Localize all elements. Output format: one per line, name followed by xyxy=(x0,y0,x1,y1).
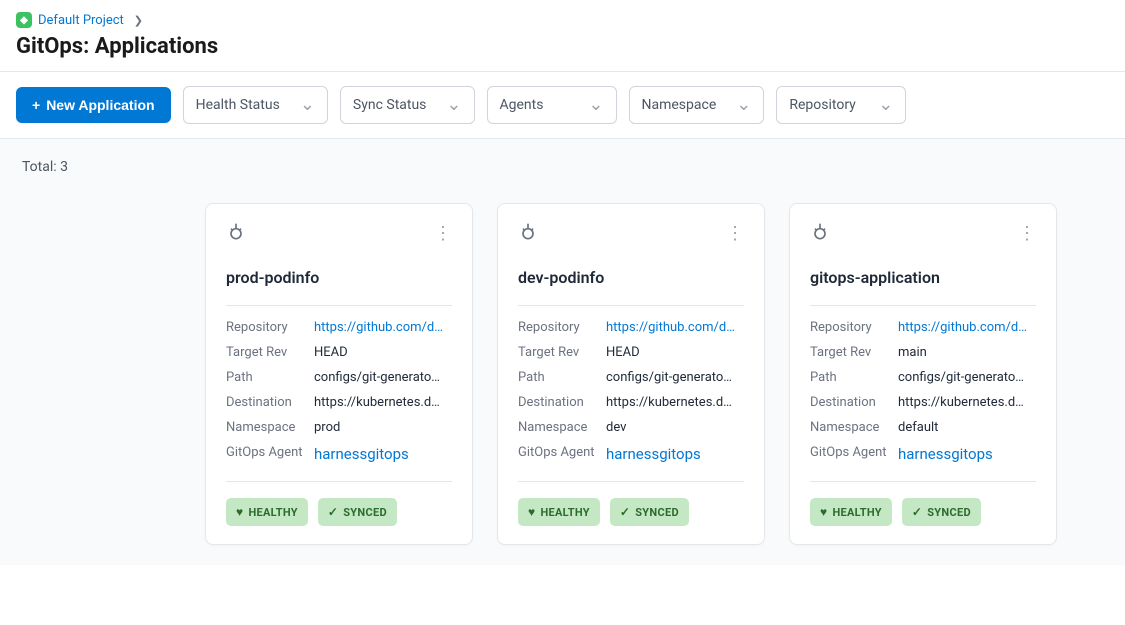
heart-icon: ♥ xyxy=(236,505,243,519)
path-value: configs/git-generato… xyxy=(606,370,732,385)
kebab-menu-icon[interactable]: ⋮ xyxy=(1018,231,1036,237)
badge-label: SYNCED xyxy=(343,506,387,519)
field-label-gitops-agent: GitOps Agent xyxy=(810,445,898,463)
page-title: GitOps: Applications xyxy=(16,34,1109,59)
field-label-repository: Repository xyxy=(810,320,898,335)
field-label-path: Path xyxy=(226,370,314,385)
breadcrumb: ◆ Default Project ❯ xyxy=(16,12,1109,28)
field-label-repository: Repository xyxy=(518,320,606,335)
check-icon: ✓ xyxy=(912,505,922,519)
badge-label: SYNCED xyxy=(635,506,679,519)
plus-icon: + xyxy=(32,97,40,113)
healthy-badge: ♥ HEALTHY xyxy=(518,498,600,526)
application-card: ⋮ dev-podinfo Repositoryhttps://github.c… xyxy=(497,203,765,545)
synced-badge: ✓ SYNCED xyxy=(902,498,981,526)
field-label-repository: Repository xyxy=(226,320,314,335)
filter-label: Agents xyxy=(500,97,544,113)
field-label-namespace: Namespace xyxy=(810,420,898,435)
new-application-button[interactable]: + New Application xyxy=(16,87,171,123)
field-label-gitops-agent: GitOps Agent xyxy=(226,445,314,463)
field-label-path: Path xyxy=(518,370,606,385)
path-value: configs/git-generato… xyxy=(898,370,1024,385)
chevron-down-icon: ⌄ xyxy=(446,96,461,114)
total-count: Total: 3 xyxy=(22,159,1105,175)
check-icon: ✓ xyxy=(328,505,338,519)
field-label-target-rev: Target Rev xyxy=(518,345,606,360)
repository-link[interactable]: https://github.com/d… xyxy=(606,320,735,335)
namespace-value: dev xyxy=(606,420,626,435)
project-icon: ◆ xyxy=(16,12,32,28)
application-name[interactable]: dev-podinfo xyxy=(518,268,744,306)
chevron-down-icon: ⌄ xyxy=(300,96,315,114)
target-rev-value: HEAD xyxy=(314,345,348,360)
repository-link[interactable]: https://github.com/d… xyxy=(898,320,1027,335)
health-status-filter[interactable]: Health Status ⌄ xyxy=(183,86,328,124)
synced-badge: ✓ SYNCED xyxy=(610,498,689,526)
application-icon xyxy=(518,222,538,246)
application-icon xyxy=(226,222,246,246)
target-rev-value: HEAD xyxy=(606,345,640,360)
badge-label: HEALTHY xyxy=(248,506,297,519)
field-label-gitops-agent: GitOps Agent xyxy=(518,445,606,463)
field-label-target-rev: Target Rev xyxy=(810,345,898,360)
repository-link[interactable]: https://github.com/d… xyxy=(314,320,443,335)
content-area: Total: 3 ⋮ prod-podinfo Repositoryhttps:… xyxy=(0,138,1125,565)
agent-link[interactable]: harnessgitops xyxy=(606,445,701,463)
agent-link[interactable]: harnessgitops xyxy=(314,445,409,463)
chevron-down-icon: ⌄ xyxy=(588,96,603,114)
new-application-label: New Application xyxy=(46,97,154,113)
cards-container: ⋮ prod-podinfo Repositoryhttps://github.… xyxy=(20,203,1105,545)
chevron-right-icon: ❯ xyxy=(134,14,143,27)
agents-filter[interactable]: Agents ⌄ xyxy=(487,86,617,124)
filter-label: Repository xyxy=(789,97,855,113)
chevron-down-icon: ⌄ xyxy=(878,96,893,114)
sync-status-filter[interactable]: Sync Status ⌄ xyxy=(340,86,475,124)
field-label-destination: Destination xyxy=(810,395,898,410)
application-card: ⋮ gitops-application Repositoryhttps://g… xyxy=(789,203,1057,545)
kebab-menu-icon[interactable]: ⋮ xyxy=(434,231,452,237)
heart-icon: ♥ xyxy=(820,505,827,519)
chevron-down-icon: ⌄ xyxy=(736,96,751,114)
destination-value: https://kubernetes.d… xyxy=(606,395,732,410)
toolbar: + New Application Health Status ⌄ Sync S… xyxy=(0,72,1125,138)
application-name[interactable]: gitops-application xyxy=(810,268,1036,306)
field-label-namespace: Namespace xyxy=(518,420,606,435)
breadcrumb-project-link[interactable]: Default Project xyxy=(38,13,124,28)
synced-badge: ✓ SYNCED xyxy=(318,498,397,526)
badge-label: HEALTHY xyxy=(832,506,881,519)
filter-label: Health Status xyxy=(196,97,280,113)
filter-label: Sync Status xyxy=(353,97,427,113)
healthy-badge: ♥ HEALTHY xyxy=(810,498,892,526)
kebab-menu-icon[interactable]: ⋮ xyxy=(726,231,744,237)
application-card: ⋮ prod-podinfo Repositoryhttps://github.… xyxy=(205,203,473,545)
application-name[interactable]: prod-podinfo xyxy=(226,268,452,306)
namespace-value: prod xyxy=(314,420,340,435)
agent-link[interactable]: harnessgitops xyxy=(898,445,993,463)
field-label-namespace: Namespace xyxy=(226,420,314,435)
field-label-path: Path xyxy=(810,370,898,385)
healthy-badge: ♥ HEALTHY xyxy=(226,498,308,526)
page-header: ◆ Default Project ❯ GitOps: Applications xyxy=(0,0,1125,72)
badge-label: HEALTHY xyxy=(540,506,589,519)
repository-filter[interactable]: Repository ⌄ xyxy=(776,86,906,124)
field-label-destination: Destination xyxy=(518,395,606,410)
check-icon: ✓ xyxy=(620,505,630,519)
application-icon xyxy=(810,222,830,246)
namespace-filter[interactable]: Namespace ⌄ xyxy=(629,86,765,124)
field-label-destination: Destination xyxy=(226,395,314,410)
namespace-value: default xyxy=(898,420,938,435)
path-value: configs/git-generato… xyxy=(314,370,440,385)
target-rev-value: main xyxy=(898,345,927,360)
filter-label: Namespace xyxy=(642,97,717,113)
badge-label: SYNCED xyxy=(927,506,971,519)
destination-value: https://kubernetes.d… xyxy=(898,395,1024,410)
heart-icon: ♥ xyxy=(528,505,535,519)
field-label-target-rev: Target Rev xyxy=(226,345,314,360)
destination-value: https://kubernetes.d… xyxy=(314,395,440,410)
